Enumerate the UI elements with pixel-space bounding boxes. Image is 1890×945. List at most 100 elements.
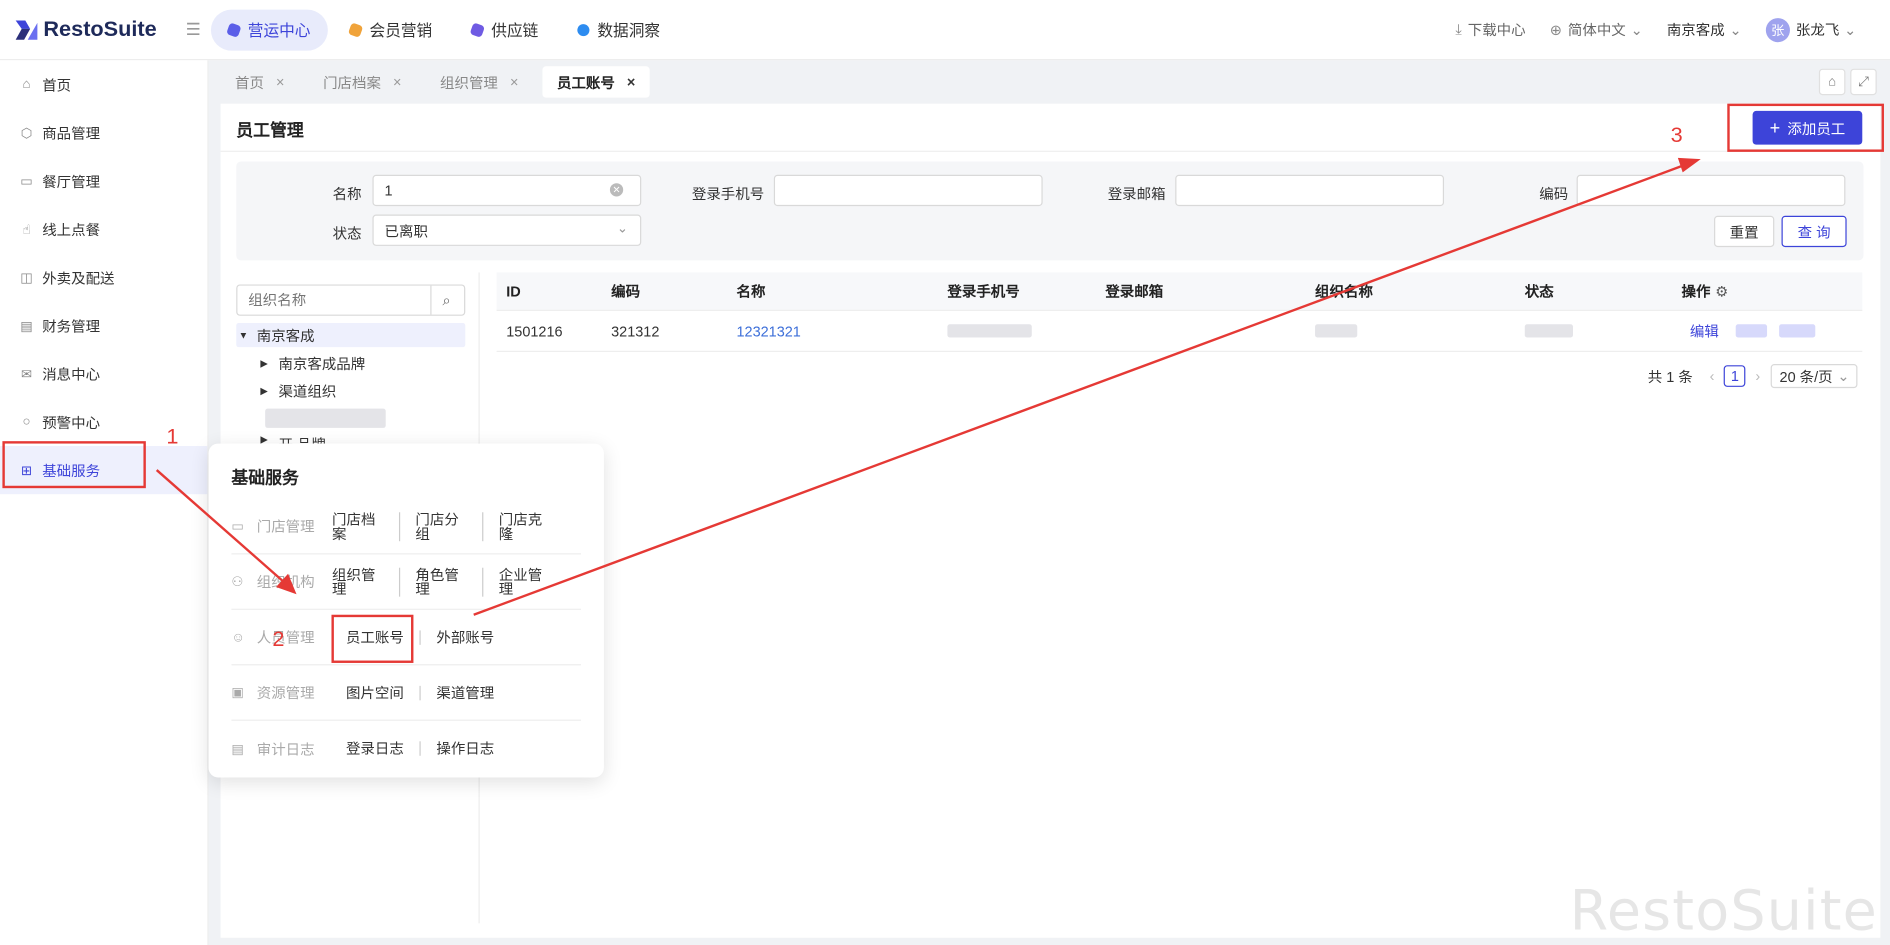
store-select[interactable]: 南京客成 ⌄ <box>1667 19 1742 39</box>
language-select[interactable]: ⊕ 简体中文 ⌄ <box>1550 19 1643 39</box>
annotation-number-1: 1 <box>166 424 179 449</box>
home-tab-icon[interactable]: ⌂ <box>1818 68 1846 96</box>
sidebar-item-label: 商品管理 <box>42 124 101 142</box>
popup-link[interactable]: 门店克隆 <box>499 512 566 541</box>
sidebar: ⌂ 首页 ⬡ 商品管理 ▭ 餐厅管理 ☝ 线上点餐 ◫ 外卖及配送 ▤ 财务管理… <box>0 60 209 945</box>
status-select[interactable]: 已离职 ⌄ <box>372 214 642 246</box>
hand-icon: ☝ <box>22 222 31 237</box>
popup-category: 组织机构 <box>256 573 315 591</box>
prev-page-icon[interactable]: ‹ <box>1710 368 1715 385</box>
collapse-menu-icon[interactable]: ☰ <box>186 19 201 39</box>
tree-node-brand[interactable]: ▶ 南京客成品牌 <box>260 351 365 375</box>
user-menu[interactable]: 张 张龙飞 ⌄ <box>1765 17 1856 42</box>
page-size-label: 20 条/页 <box>1779 368 1833 386</box>
popup-link[interactable]: 角色管理 <box>415 567 484 596</box>
tab-org-management[interactable]: 组织管理 × <box>426 66 533 97</box>
tree-node-label: 南京客成品牌 <box>278 354 366 372</box>
blurred-action[interactable] <box>1779 324 1816 338</box>
download-center[interactable]: ⤓ 下载中心 <box>1455 19 1525 39</box>
popup-link[interactable]: 图片空间 <box>346 685 421 700</box>
page-size-select[interactable]: 20 条/页 ⌄ <box>1771 364 1858 389</box>
sidebar-item-restaurant[interactable]: ▭ 餐厅管理 <box>0 157 207 205</box>
close-icon[interactable]: × <box>393 74 401 91</box>
popup-link[interactable]: 组织管理 <box>332 567 400 596</box>
app-root: RestoSuite ☰ 营运中心 会员营销 供应链 数据洞察 ⤓ 下载中心 ⊕… <box>0 0 1890 945</box>
column-header: 组织名称 <box>1315 283 1373 301</box>
clear-icon[interactable]: ✕ <box>609 183 624 197</box>
query-label: 查 询 <box>1797 223 1831 241</box>
header-right: ⤓ 下载中心 ⊕ 简体中文 ⌄ 南京客成 ⌄ 张 张龙飞 ⌄ <box>1431 17 1890 42</box>
topnav-item-data[interactable]: 数据洞察 <box>560 9 677 50</box>
sidebar-item-messages[interactable]: ✉ 消息中心 <box>0 350 207 398</box>
topnav-item-member[interactable]: 会员营销 <box>332 9 449 50</box>
popup-category: 资源管理 <box>256 684 315 702</box>
topnav-item-supply[interactable]: 供应链 <box>454 9 555 50</box>
store-label: 南京客成 <box>1666 21 1725 39</box>
operation-icon <box>225 21 242 38</box>
divider <box>220 150 1881 152</box>
sidebar-item-delivery[interactable]: ◫ 外卖及配送 <box>0 253 207 301</box>
popup-link[interactable]: 渠道管理 <box>436 685 510 699</box>
page-number[interactable]: 1 <box>1724 365 1746 387</box>
popup-category: 门店管理 <box>256 518 315 536</box>
logo[interactable]: RestoSuite <box>0 17 181 42</box>
wallet-icon: ▤ <box>20 318 33 334</box>
code-input[interactable] <box>1576 174 1846 207</box>
popup-link[interactable]: 企业管理 <box>499 567 566 596</box>
tree-node-root[interactable]: ▼ 南京客成 <box>239 323 315 347</box>
fullscreen-icon[interactable]: ⤢ <box>1850 68 1877 96</box>
caret-right-icon[interactable]: ▶ <box>260 357 272 368</box>
code-label: 编码 <box>1539 185 1569 203</box>
caret-down-icon[interactable]: ▼ <box>239 330 251 341</box>
org-search-input[interactable] <box>237 291 431 309</box>
popup-link[interactable]: 门店档案 <box>332 512 400 541</box>
blurred-value <box>1524 324 1573 338</box>
table-row: 1501216 321312 12321321 编辑 <box>496 311 1863 352</box>
query-button[interactable]: 查 询 <box>1781 215 1847 248</box>
popup-link[interactable]: 操作日志 <box>436 741 510 755</box>
search-icon[interactable]: ⌕ <box>430 285 461 315</box>
popup-category: 人员管理 <box>256 629 315 647</box>
reset-button[interactable]: 重置 <box>1714 215 1775 248</box>
topnav-item-operation[interactable]: 营运中心 <box>210 9 328 51</box>
settings-icon[interactable]: ⚙ <box>1715 283 1728 300</box>
status-value: 已离职 <box>384 222 428 240</box>
popup-link[interactable]: 门店分组 <box>415 512 484 541</box>
phone-input[interactable] <box>773 174 1043 207</box>
tab-store-archive[interactable]: 门店档案 × <box>309 66 416 97</box>
tab-home[interactable]: 首页 × <box>221 66 299 97</box>
popup-row-audit: ▤ 审计日志 登录日志 操作日志 <box>231 721 581 776</box>
close-icon[interactable]: × <box>276 74 284 91</box>
close-icon[interactable]: × <box>510 74 518 91</box>
cell-name-link[interactable]: 12321321 <box>736 311 800 351</box>
next-page-icon[interactable]: › <box>1755 368 1760 385</box>
column-header: 编码 <box>611 283 641 301</box>
column-header: 登录邮箱 <box>1105 283 1164 301</box>
topnav-label: 供应链 <box>491 21 539 40</box>
popup-link[interactable]: 外部账号 <box>436 630 510 644</box>
tree-node-partial[interactable]: ▶ 开 品牌 <box>260 434 326 444</box>
blurred-value <box>1315 324 1358 338</box>
sidebar-item-finance[interactable]: ▤ 财务管理 <box>0 301 207 349</box>
topnav-label: 营运中心 <box>247 21 311 40</box>
caret-right-icon[interactable]: ▶ <box>260 385 272 396</box>
chevron-down-icon: ⌄ <box>1729 21 1742 38</box>
sidebar-item-online-order[interactable]: ☝ 线上点餐 <box>0 205 207 253</box>
tree-node-label: 开 品牌 <box>278 434 325 443</box>
email-input[interactable] <box>1175 174 1445 207</box>
sidebar-item-label: 消息中心 <box>42 365 101 383</box>
reset-label: 重置 <box>1729 223 1759 241</box>
sidebar-item-products[interactable]: ⬡ 商品管理 <box>0 108 207 156</box>
sidebar-item-home[interactable]: ⌂ 首页 <box>0 60 207 108</box>
language-label: 简体中文 <box>1567 21 1626 39</box>
popup-link[interactable]: 登录日志 <box>346 741 421 756</box>
watermark-text: RestoSuite <box>1569 877 1878 943</box>
close-icon[interactable]: × <box>627 74 635 91</box>
edit-link[interactable]: 编辑 <box>1690 321 1719 341</box>
name-input[interactable]: 1 ✕ <box>372 174 642 207</box>
logo-mark-icon <box>15 19 38 40</box>
tab-employee-account[interactable]: 员工账号 × <box>542 66 650 98</box>
people-icon: ☺ <box>231 629 245 645</box>
tree-node-channel[interactable]: ▶ 渠道组织 <box>260 378 336 402</box>
blurred-action[interactable] <box>1735 324 1768 338</box>
